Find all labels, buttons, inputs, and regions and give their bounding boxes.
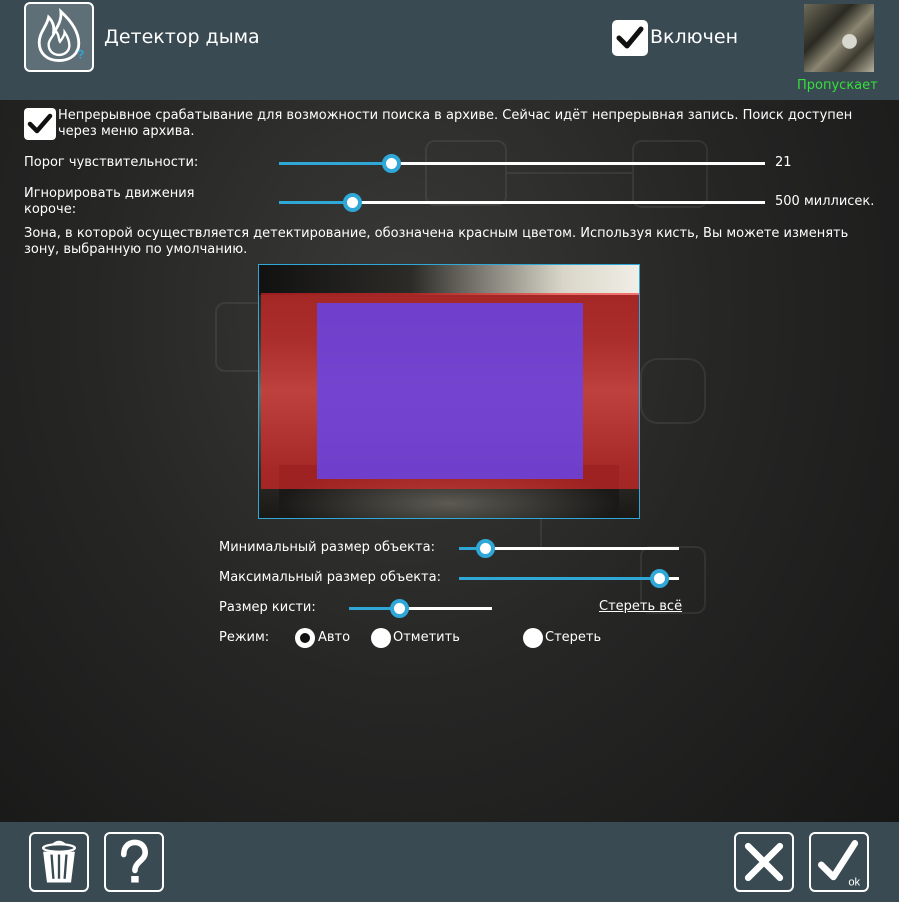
sensitivity-slider-fill: [279, 162, 391, 165]
background-ghost-icon: [632, 140, 708, 208]
max-object-slider-fill: [459, 577, 660, 580]
checkmark-icon: [616, 26, 644, 49]
object-size-overlay: [317, 303, 583, 479]
continuous-description: Непрерывное срабатывание для возможности…: [58, 108, 853, 139]
help-button[interactable]: [104, 832, 164, 892]
sensitivity-label: Порог чувствительности:: [24, 155, 199, 170]
header-bar: ? Детектор дыма Включен Пропускает: [0, 0, 899, 100]
ignore-slider[interactable]: [279, 193, 765, 212]
ignore-label: Игнорировать движения короче:: [24, 186, 195, 217]
max-object-label: Максимальный размер объекта:: [219, 570, 441, 585]
ok-caption: ok: [848, 876, 860, 888]
mode-auto-label: Авто: [318, 630, 351, 645]
ignore-slider-fill: [279, 201, 352, 204]
min-object-slider-handle[interactable]: [476, 539, 496, 558]
sensitivity-slider-handle[interactable]: [381, 154, 401, 173]
ignore-value: 500 миллисек.: [775, 194, 875, 209]
mode-label: Режим:: [219, 630, 270, 645]
brush-size-slider-handle[interactable]: [390, 599, 410, 618]
min-object-label: Минимальный размер объекта:: [219, 540, 435, 555]
checkmark-icon: [27, 113, 53, 134]
page-title: Детектор дыма: [104, 26, 260, 48]
continuous-checkbox[interactable]: [24, 108, 56, 140]
ok-icon: ok: [818, 840, 861, 888]
brush-size-slider[interactable]: [349, 599, 492, 618]
ok-button[interactable]: ok: [809, 832, 869, 892]
enabled-checkbox[interactable]: [612, 20, 648, 56]
close-icon: [744, 842, 784, 882]
ignore-slider-handle[interactable]: [342, 193, 362, 212]
zone-description: Зона, в которой осуществляется детектиро…: [24, 226, 849, 257]
background-ghost-line: [540, 518, 542, 548]
background-ghost-line: [507, 172, 632, 174]
background-ghost-icon: [640, 358, 706, 424]
clear-all-link[interactable]: Стереть всё: [599, 599, 682, 614]
help-icon: [120, 839, 149, 883]
camera-thumbnail[interactable]: [804, 4, 874, 72]
camera-frame-image: [259, 265, 639, 295]
delete-button[interactable]: [29, 832, 89, 892]
mode-auto-radio[interactable]: [295, 628, 315, 648]
max-object-slider[interactable]: [459, 569, 679, 588]
mode-erase-radio[interactable]: [523, 628, 543, 648]
background-ghost-icon: [425, 140, 507, 206]
mode-mark-label: Отметить: [393, 630, 460, 645]
smoke-detector-icon: ?: [24, 2, 94, 72]
footer-bar: ok: [0, 822, 899, 902]
brush-size-label: Размер кисти:: [219, 600, 316, 615]
sensitivity-value: 21: [775, 155, 792, 170]
mode-mark-radio[interactable]: [371, 628, 391, 648]
mode-erase-label: Стереть: [545, 630, 602, 645]
enabled-label: Включен: [650, 26, 738, 48]
sensitivity-slider[interactable]: [279, 154, 765, 173]
trash-icon: [41, 840, 77, 883]
svg-text:?: ?: [77, 48, 84, 62]
min-object-slider[interactable]: [459, 539, 679, 558]
detection-zone-canvas[interactable]: [258, 264, 640, 519]
camera-status: Пропускает: [797, 78, 878, 93]
cancel-button[interactable]: [734, 832, 794, 892]
